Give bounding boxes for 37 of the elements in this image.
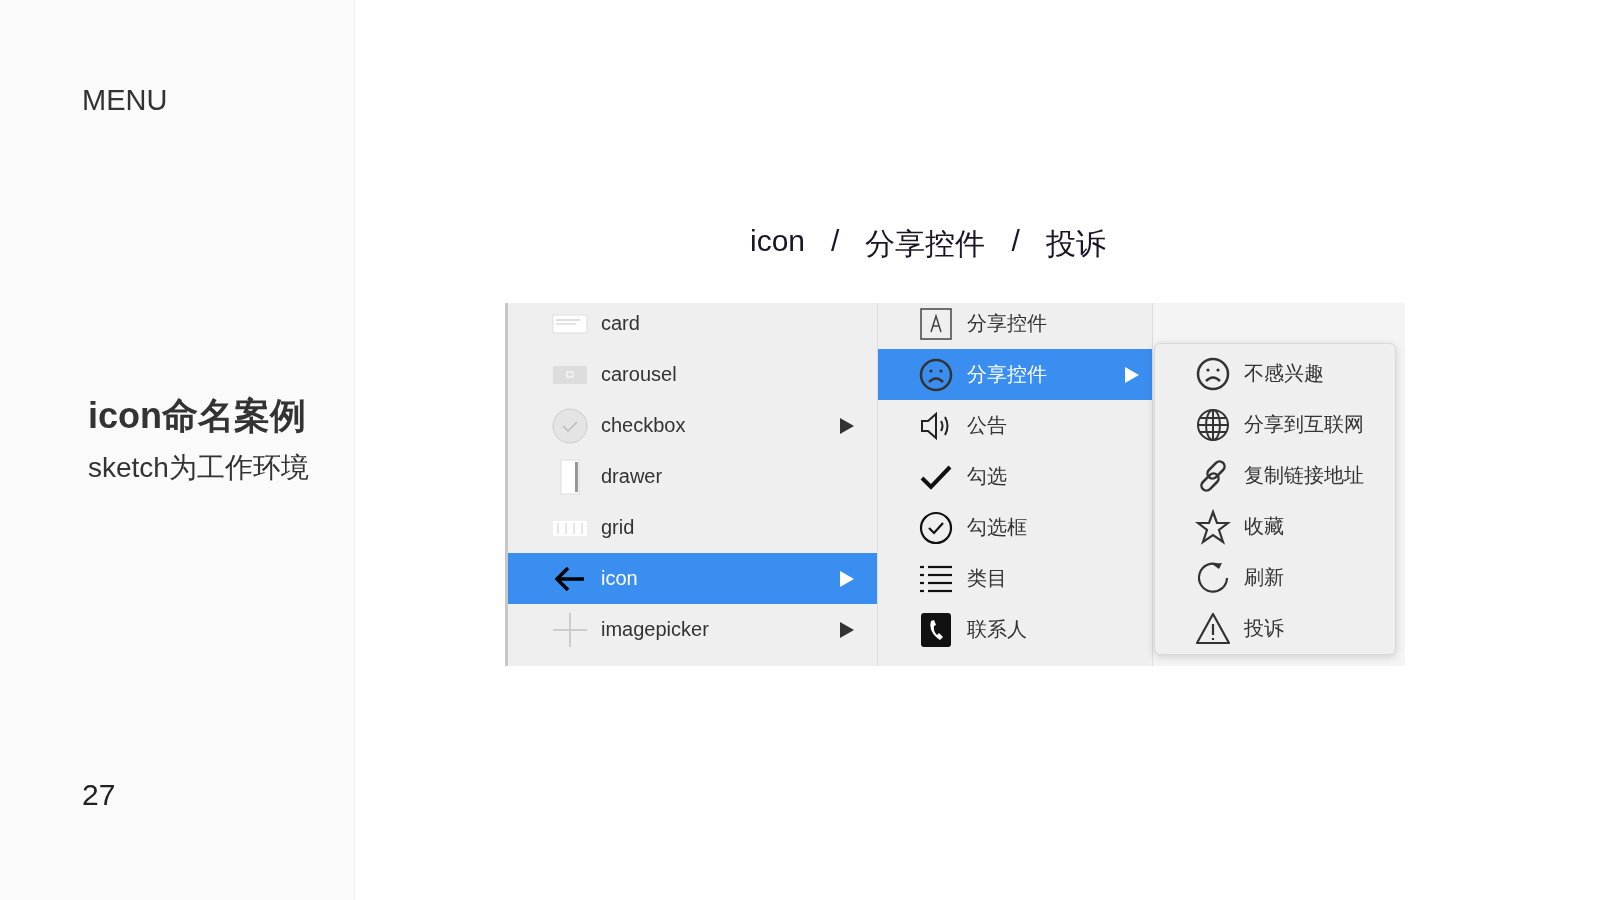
- menu-item[interactable]: carousel: [508, 349, 877, 400]
- check-circle-icon: [552, 407, 588, 444]
- menu-item[interactable]: 复制链接地址: [1155, 450, 1395, 501]
- menu-item[interactable]: 不感兴趣: [1155, 348, 1395, 399]
- menu-item[interactable]: 分享控件: [878, 303, 1152, 349]
- menu-item[interactable]: 类目: [878, 553, 1152, 604]
- menu-item[interactable]: grid: [508, 502, 877, 553]
- star-icon: [1195, 508, 1231, 545]
- page-number: 27: [82, 778, 117, 812]
- menu-item[interactable]: 刷新: [1155, 552, 1395, 603]
- sad-face-icon: [918, 356, 954, 393]
- breadcrumb-item: icon: [750, 224, 806, 259]
- sad-face-icon: [1195, 355, 1231, 392]
- slide-subtitle: sketch为工作环境: [88, 451, 310, 485]
- menu-item[interactable]: checkbox: [508, 400, 877, 451]
- globe-icon: [1195, 406, 1231, 443]
- letter-frame-icon: [918, 305, 954, 342]
- menu-item[interactable]: imagepicker: [508, 604, 877, 655]
- menu-item[interactable]: 勾选框: [878, 502, 1152, 553]
- breadcrumb-separator: /: [1011, 224, 1020, 259]
- slide-title: icon命名案例: [88, 394, 307, 438]
- menu-label: MENU: [82, 84, 169, 117]
- menu-item[interactable]: 勾选: [878, 451, 1152, 502]
- menu-item[interactable]: 收藏: [1155, 501, 1395, 552]
- menu-item[interactable]: card: [508, 303, 877, 349]
- breadcrumb-separator: /: [831, 224, 840, 259]
- warning-icon: [1195, 610, 1231, 647]
- breadcrumb-item: 分享控件: [865, 226, 986, 262]
- plus-icon: [552, 611, 588, 648]
- menu-item[interactable]: 联系人: [878, 604, 1152, 655]
- menu-item[interactable]: 投诉: [1155, 603, 1395, 654]
- breadcrumb-item: 投诉: [1045, 226, 1106, 262]
- menu-item[interactable]: 公告: [878, 400, 1152, 451]
- menu-item[interactable]: 分享到互联网: [1155, 399, 1395, 450]
- check-circle-icon: [918, 509, 954, 546]
- menu-item[interactable]: drawer: [508, 451, 877, 502]
- phone-icon: [918, 611, 954, 648]
